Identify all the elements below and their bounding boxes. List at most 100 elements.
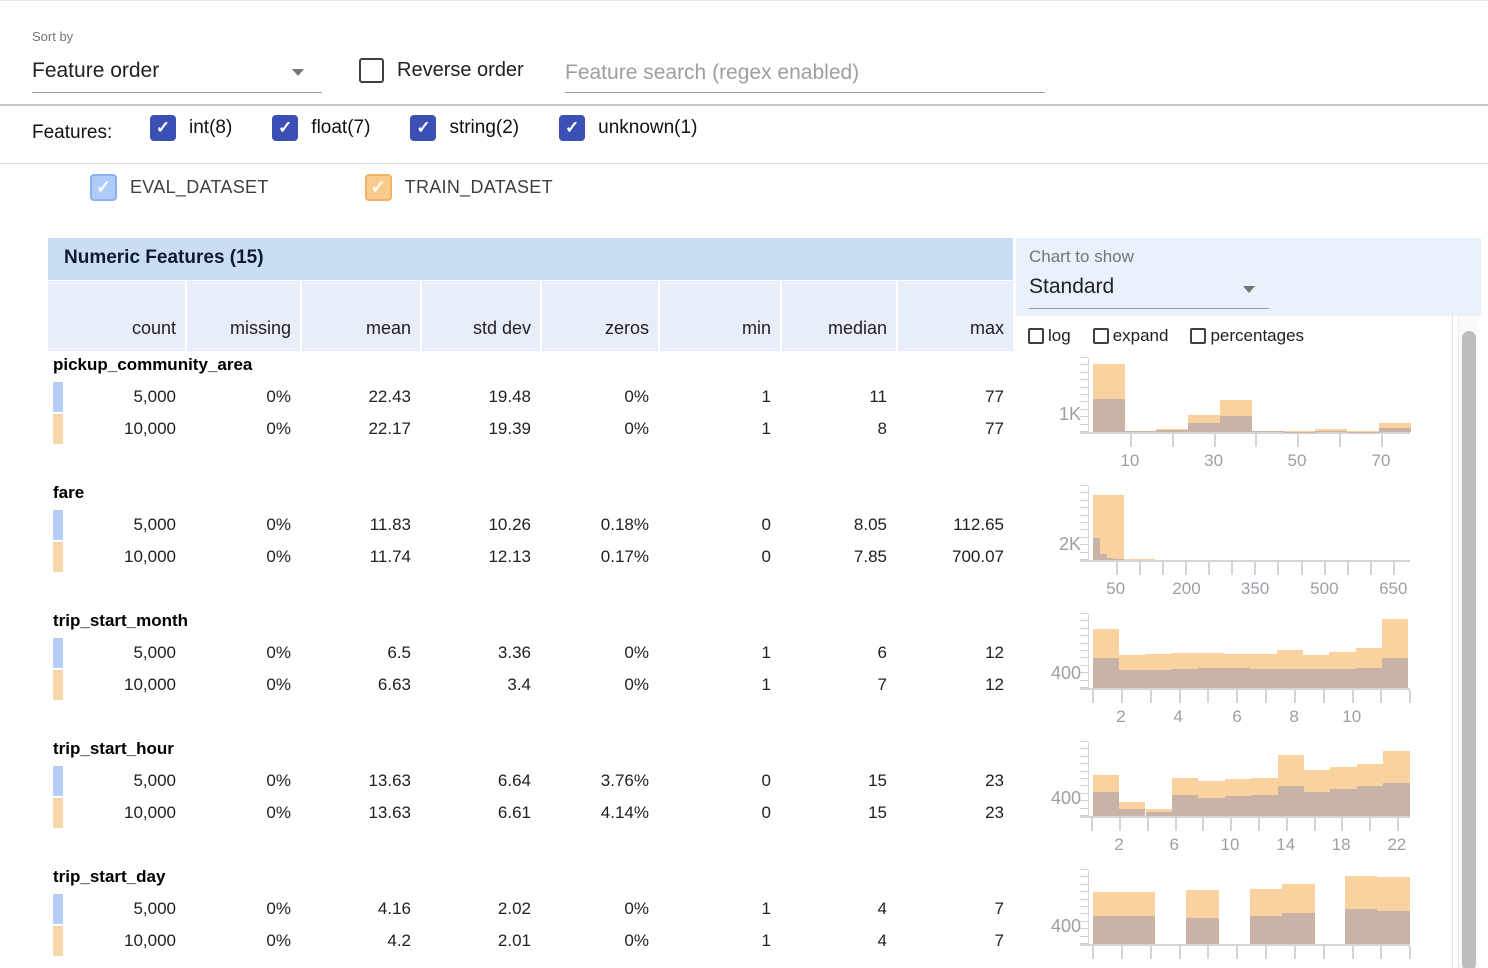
x-axis-tick [1130,434,1132,447]
stat-value: 5,000 [48,894,185,924]
x-axis-tick-label: 650 [1363,579,1423,599]
x-axis-tick-label: 6 [1207,707,1267,727]
stats-row-eval_dataset: 5,0000%13.636.643.76%01523 [48,766,1013,796]
hist-bar-train [1124,559,1155,560]
y-axis-tick [1080,500,1088,501]
stat-value: 13.63 [300,766,420,796]
y-axis-tick [1080,876,1088,877]
stat-value: 4 [780,894,896,924]
x-axis-tick [1139,562,1141,575]
stat-value: 1 [658,926,780,956]
x-axis-tick [1297,434,1299,447]
stat-value: 7 [780,670,896,700]
stat-value: 15 [780,798,896,828]
chart-type-value: Standard [1029,275,1114,299]
chart-type-dropdown[interactable]: Standard [1029,271,1269,309]
reverse-order-checkbox[interactable] [359,58,384,83]
hist-bar-eval [1225,796,1251,816]
stats-row-train_dataset: 10,0000%6.633.40%1712 [48,670,1013,700]
stat-value: 6.5 [300,638,420,668]
x-axis-tick [1214,434,1216,447]
checkbox-unchecked-icon [1093,328,1109,344]
x-axis-tick [1150,690,1152,703]
x-axis-tick [1323,690,1325,703]
sort-by-dropdown[interactable]: Feature order [32,53,322,93]
hist-bar-eval [1119,809,1145,816]
feature-histogram-trip_start_hour: 4002610141822 [1013,737,1453,865]
x-axis-tick-label: 70 [1351,451,1411,471]
x-axis-tick [1314,818,1316,831]
x-axis-tick-label: 4 [1148,707,1208,727]
hist-bar-eval [1119,670,1145,688]
x-axis-tick [1121,690,1123,703]
x-axis-tick [1393,562,1395,575]
dataset-color-chip [53,414,63,444]
x-axis-tick [1207,946,1209,959]
y-axis-tick [1080,620,1088,621]
x-axis-tick-label: 30 [1184,451,1244,471]
dataset-color-chip [53,638,63,668]
hist-bar-eval [1198,668,1224,688]
hist-bar-eval [1282,913,1315,944]
hist-bar-eval [1113,559,1124,560]
vertical-scrollbar-thumb[interactable] [1462,331,1476,968]
hist-bar-eval [1251,795,1277,816]
hist-bar-eval [1330,789,1356,816]
feature-histogram-trip_start_day: 400 [1013,865,1453,968]
y-axis-tick [1080,409,1088,410]
feature-type-filter-unknown[interactable]: ✓unknown(1) [559,115,697,141]
stat-value: 7.85 [780,542,896,572]
y-axis-tick [1080,785,1088,786]
eval-dataset-toggle[interactable]: ✓EVAL_DATASET [90,174,269,201]
hist-bar-eval [1125,431,1157,432]
checkbox-checked-icon: ✓ [365,174,392,201]
hist-bar-eval [1356,668,1382,688]
chart-option-percentages[interactable]: percentages [1190,326,1304,346]
hist-bar-eval [1093,792,1119,816]
feature-type-label: float(7) [311,117,370,139]
y-axis-tick [1080,748,1088,749]
x-axis-tick-label: 22 [1367,835,1427,855]
y-axis-tick [1080,891,1088,892]
x-axis-tick [1265,690,1267,703]
stat-value: 7 [896,894,1013,924]
chart-option-log[interactable]: log [1028,326,1071,346]
stat-value: 6.63 [300,670,420,700]
chart-controls-panel: Chart to show Standard [1016,238,1481,316]
feature-type-filter-string[interactable]: ✓string(2) [410,115,519,141]
feature-type-label: int(8) [189,117,232,139]
x-axis-tick-label: 8 [1264,707,1324,727]
feature-type-filter-int[interactable]: ✓int(8) [150,115,232,141]
y-axis-tick [1080,387,1088,388]
hist-bar-eval [1277,669,1303,688]
stat-value: 10,000 [48,798,185,828]
x-axis-tick-label: 500 [1294,579,1354,599]
hist-bar-eval [1377,911,1410,944]
y-axis-tick [1080,357,1088,358]
x-axis-tick [1339,434,1341,447]
x-axis-line [1080,944,1410,946]
feature-block-pickup_community_area: pickup_community_area5,0000%22.4319.480%… [48,353,1013,481]
stat-value: 13.63 [300,798,420,828]
feature-type-filter-float[interactable]: ✓float(7) [272,115,370,141]
feature-type-label: string(2) [449,117,519,139]
y-axis-tick [1080,364,1088,365]
vertical-scrollbar-track[interactable] [1458,316,1479,968]
hist-bar-eval [1252,431,1284,432]
x-axis-line [1080,560,1410,562]
hist-bar-eval [1329,669,1355,688]
train-dataset-toggle[interactable]: ✓TRAIN_DATASET [365,174,553,201]
y-axis-tick [1080,628,1088,629]
stats-row-eval_dataset: 5,0000%6.53.360%1612 [48,638,1013,668]
feature-histogram-pickup_community_area: 1K10305070 [1013,353,1453,481]
chart-option-expand[interactable]: expand [1093,326,1169,346]
x-axis-tick [1323,946,1325,959]
y-axis-tick [1080,643,1088,644]
search-input[interactable] [565,53,1045,92]
dataset-name-label: EVAL_DATASET [130,177,269,198]
y-axis-tick [1080,741,1088,742]
x-axis-tick [1352,690,1354,703]
stat-value: 0% [185,414,300,444]
stat-value: 0% [185,670,300,700]
stat-value: 3.4 [420,670,540,700]
